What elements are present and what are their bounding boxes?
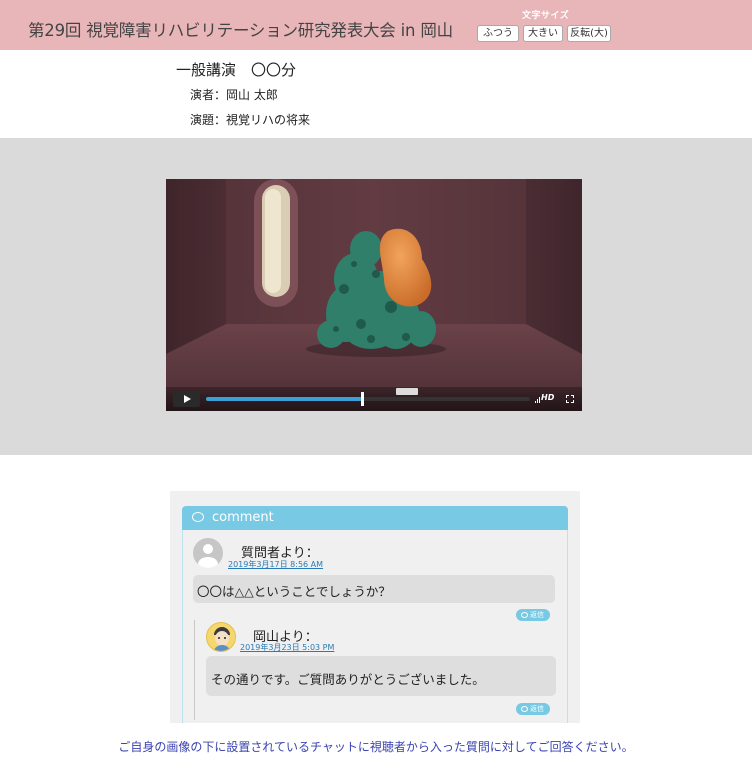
reply-label: 返信 (530, 705, 544, 713)
comment-header: comment (182, 506, 568, 530)
reply-label: 返信 (530, 611, 544, 619)
comment-date[interactable]: 2019年3月17日 8:56 AM (228, 559, 323, 570)
progress-thumb[interactable] (360, 392, 364, 406)
lecture-type: 一般講演 〇〇分 (176, 61, 297, 79)
responder-avatar (206, 622, 236, 652)
video-controls: HD (166, 387, 582, 411)
reply-button[interactable]: 返信 (516, 703, 550, 715)
progress-bar[interactable] (206, 388, 530, 406)
comment-header-label: comment (212, 510, 274, 525)
reply-thread-line (194, 620, 195, 720)
instruction-note: ご自身の画像の下に設置されているチャットに視聴者から入った質問に対してご回答くだ… (118, 740, 634, 754)
questioner-avatar (193, 538, 223, 568)
speech-bubble-icon (521, 706, 528, 712)
page-header: 第29回 視覚障害リハビリテーション研究発表大会 in 岡山 文字サイズ ふつう… (0, 0, 752, 50)
comment-date[interactable]: 2019年3月23日 5:03 PM (240, 642, 334, 653)
fullscreen-icon[interactable] (566, 395, 574, 403)
font-size-large-button[interactable]: 大きい (523, 25, 563, 42)
comment-text: その通りです。ご質問ありがとうございました。 (206, 656, 556, 696)
play-button[interactable] (173, 391, 200, 407)
play-icon (184, 395, 191, 403)
lecture-speaker: 演者：岡山 太郎 (190, 88, 278, 102)
lecture-title: 演題：視覚リハの将来 (190, 113, 311, 127)
speech-bubble-icon (521, 612, 528, 618)
comment-text: 〇〇は△△ということでしょうか？ (193, 575, 555, 603)
font-size-label: 文字サイズ (522, 11, 570, 21)
speech-bubble-icon (192, 512, 204, 522)
time-tooltip (396, 388, 418, 395)
hd-quality-label[interactable]: HD (541, 393, 554, 402)
font-size-invert-button[interactable]: 反転(大) (567, 25, 611, 42)
reply-button[interactable]: 返信 (516, 609, 550, 621)
font-size-normal-button[interactable]: ふつう (477, 25, 519, 42)
progress-fill (206, 397, 362, 401)
page-title: 第29回 視覚障害リハビリテーション研究発表大会 in 岡山 (28, 21, 453, 40)
video-frame (166, 179, 582, 411)
video-player[interactable]: HD (166, 179, 582, 411)
